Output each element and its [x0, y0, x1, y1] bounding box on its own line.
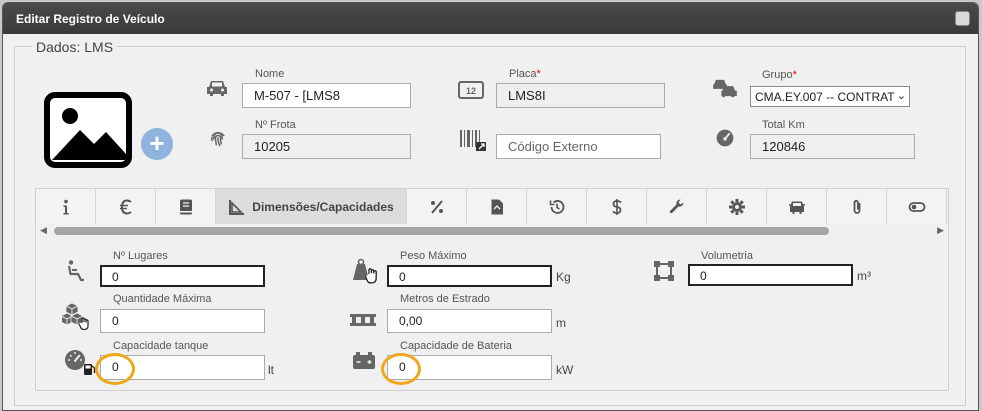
grupo-select[interactable]: CMA.EY.007 -- CONTRATO ⌄	[750, 86, 910, 107]
tab-document[interactable]	[467, 189, 527, 224]
barcode-icon	[460, 130, 486, 151]
grupo-selected-value: CMA.EY.007 -- CONTRATO	[755, 90, 904, 104]
tab-scrollbar[interactable]: ◀ ▶	[36, 225, 948, 237]
frota-label: Nº Frota	[255, 119, 296, 131]
capacidade-bateria-label: Capacidade de Bateria	[400, 340, 512, 352]
tab-book[interactable]	[156, 189, 216, 224]
quantidade-maxima-input[interactable]: 0	[100, 309, 265, 333]
highlight-ring-bateria	[381, 353, 421, 385]
car-front-icon	[788, 201, 805, 214]
license-plate-icon: 12	[458, 81, 484, 99]
volumetria-input[interactable]: 0	[688, 264, 853, 286]
gear-icon	[728, 198, 745, 215]
lugares-input[interactable]: 0	[100, 265, 265, 287]
frota-input[interactable]: 10205	[242, 134, 411, 159]
tab-history[interactable]	[527, 189, 587, 224]
peso-unit: Kg	[556, 270, 571, 284]
weight-icon	[353, 258, 377, 284]
peso-maximo-label: Peso Máximo	[400, 250, 467, 262]
pallet-icon	[350, 314, 376, 326]
scrollbar-thumb[interactable]	[54, 227, 829, 235]
nome-label: Nome	[255, 68, 285, 80]
peso-maximo-input[interactable]: 0	[387, 265, 552, 287]
quantidade-maxima-label: Quantidade Máxima	[113, 293, 212, 305]
dialog-title: Editar Registro de Veículo	[16, 12, 165, 26]
lugares-label: Nº Lugares	[113, 250, 168, 262]
dialog-titlebar: Editar Registro de Veículo	[3, 3, 978, 34]
boxes-icon	[62, 302, 89, 330]
metros-estrado-input[interactable]: 0,00	[387, 309, 552, 333]
tab-wrench[interactable]	[647, 189, 707, 224]
tab-dimensions[interactable]: Dimensões/Capacidades	[216, 189, 407, 224]
book-icon	[179, 199, 192, 214]
dollar-icon	[611, 198, 622, 215]
toggle-icon	[908, 201, 925, 212]
metros-estrado-label: Metros de Estrado	[400, 293, 490, 305]
fingerprint-icon	[211, 131, 225, 147]
battery-icon	[353, 352, 375, 369]
tab-percent[interactable]	[407, 189, 467, 224]
codigo-externo-input[interactable]: Código Externo	[496, 134, 661, 159]
close-button[interactable]	[955, 11, 970, 26]
document-icon	[491, 199, 503, 214]
highlight-ring-tanque	[95, 353, 135, 385]
grupo-label: Grupo*	[762, 69, 797, 81]
bateria-unit: kW	[556, 363, 574, 377]
history-icon	[549, 199, 564, 214]
car-icon	[207, 81, 227, 96]
wrench-icon	[669, 198, 684, 213]
scroll-left-icon[interactable]: ◀	[40, 225, 47, 236]
paperclip-icon	[853, 199, 860, 214]
placa-label: Placa*	[509, 68, 541, 80]
odometer-icon	[716, 129, 734, 147]
tab-toggle[interactable]	[887, 189, 947, 224]
seat-icon	[67, 260, 84, 282]
placa-input[interactable]: LMS8I	[496, 83, 665, 108]
dimensions-icon	[229, 199, 245, 215]
vehicle-group-icon	[713, 79, 737, 98]
add-photo-button[interactable]: +	[141, 128, 173, 160]
volume-icon	[654, 261, 674, 281]
tab-vehicle[interactable]	[767, 189, 827, 224]
tab-dimensions-label: Dimensões/Capacidades	[252, 199, 394, 214]
scroll-right-icon[interactable]: ▶	[937, 225, 944, 236]
section-legend: Dados: LMS	[32, 39, 118, 55]
capacidade-tanque-label: Capacidade tanque	[113, 340, 209, 352]
tab-info[interactable]	[36, 189, 96, 224]
total-km-input[interactable]: 120846	[750, 134, 915, 159]
nome-input[interactable]: M-507 - [LMS8	[242, 83, 411, 108]
volumetria-label: Volumetria	[701, 250, 753, 262]
tanque-unit: lt	[268, 363, 274, 377]
image-placeholder-icon	[44, 92, 132, 168]
info-icon	[63, 199, 68, 214]
tab-attachments[interactable]	[827, 189, 887, 224]
percent-icon	[430, 199, 443, 214]
svg-text:12: 12	[466, 86, 476, 96]
tab-bar: Dimensões/Capacidades	[36, 189, 948, 224]
euro-icon	[119, 198, 132, 215]
chevron-down-icon: ⌄	[894, 89, 906, 102]
fuel-gauge-icon	[65, 350, 96, 375]
volumetria-unit: m³	[857, 269, 871, 283]
tab-settings[interactable]	[707, 189, 767, 224]
tab-euro[interactable]	[96, 189, 156, 224]
total-km-label: Total Km	[762, 119, 805, 131]
metros-unit: m	[556, 316, 566, 330]
tab-dollar[interactable]	[587, 189, 647, 224]
